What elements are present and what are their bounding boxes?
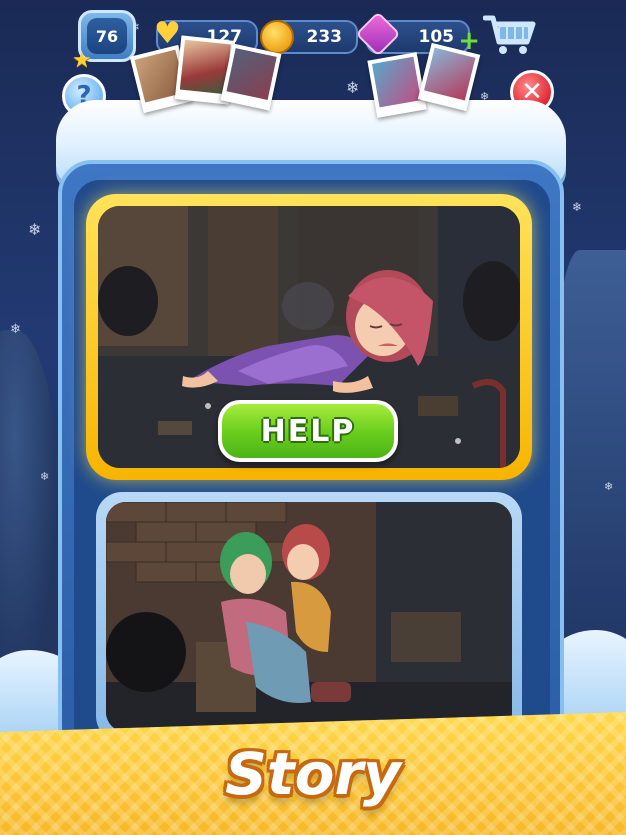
cart-icon	[483, 15, 536, 54]
background-tree-right	[556, 250, 626, 670]
help-action-button[interactable]: HELP	[218, 400, 398, 462]
chapter-illustration	[106, 502, 512, 732]
snowflake-icon: ❄	[572, 200, 583, 214]
shop-cart-button[interactable]	[482, 12, 538, 56]
story-photo	[367, 52, 427, 118]
screen-title: Story	[225, 740, 401, 808]
snowflake-icon: ❄	[28, 220, 42, 239]
background-tree-left	[0, 330, 60, 690]
level-number: 76	[87, 18, 127, 54]
two-girls-illustration	[106, 502, 512, 732]
coins-counter[interactable]: 233	[260, 20, 358, 54]
story-chapter-next[interactable]	[96, 492, 522, 742]
star-icon: ★	[72, 48, 92, 73]
help-action-label: HELP	[260, 413, 356, 449]
snowflake-icon: ❄	[604, 480, 614, 493]
coins-value: 233	[306, 27, 343, 47]
coin-icon	[260, 20, 294, 54]
snowflake-icon: ❄	[40, 470, 50, 483]
snowflake-icon: ❄	[346, 78, 360, 97]
snowflake-icon: ❄	[10, 322, 21, 337]
gem-icon	[355, 11, 401, 57]
